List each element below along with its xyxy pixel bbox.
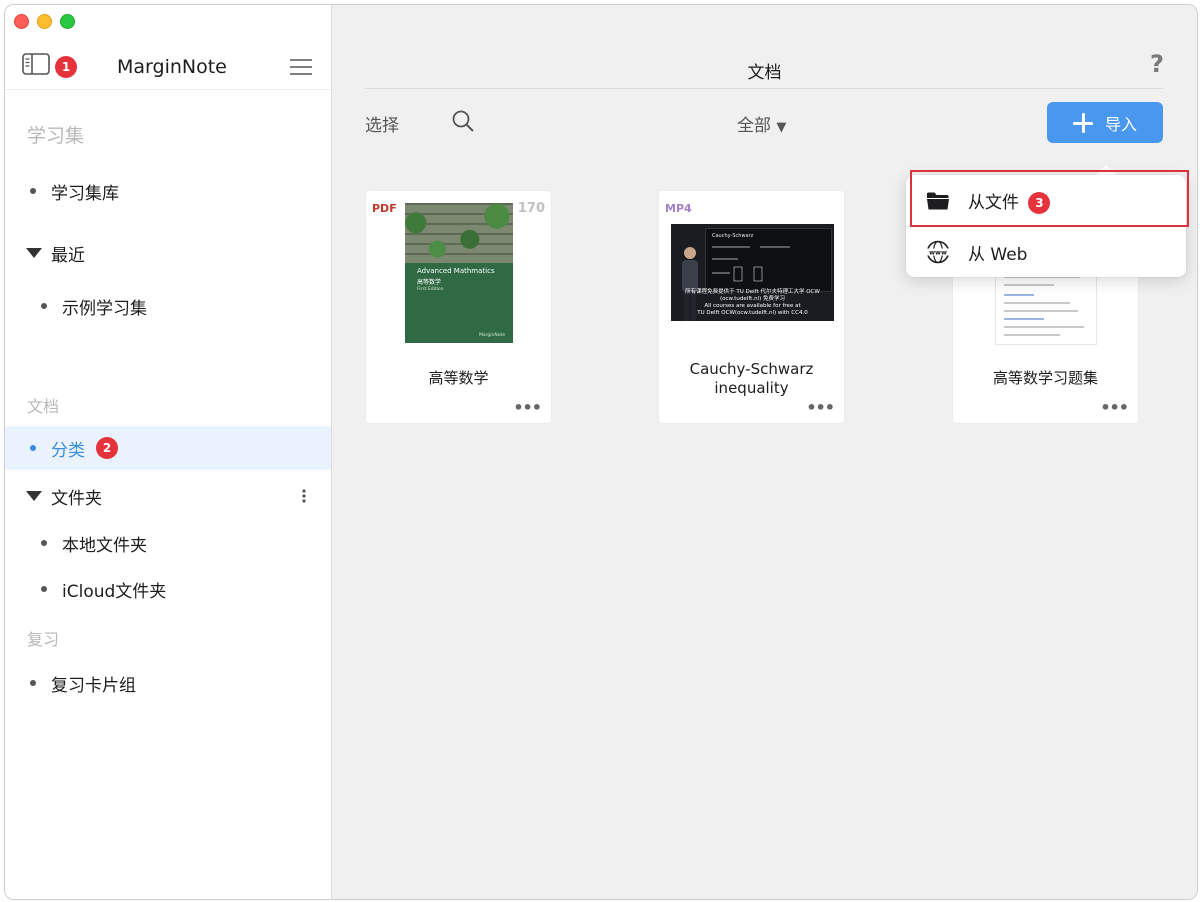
sidebar-item-recent[interactable]: 最近 — [5, 231, 331, 275]
bullet — [30, 445, 36, 451]
menu-item-label: 从 Web — [968, 244, 1028, 265]
sidebar-item-notebook-library[interactable]: 学习集库 — [5, 169, 331, 213]
sidebar-item-category[interactable]: 分类 2 — [5, 426, 331, 470]
disclosure-triangle-icon[interactable] — [26, 491, 42, 501]
menu-item-from-web[interactable]: www 从 Web — [906, 227, 1186, 277]
filter-dropdown[interactable]: 全部 ▼ — [737, 111, 786, 136]
page-title: 文档 — [747, 63, 782, 83]
section-documents-heading: 文档 — [27, 397, 60, 416]
sidebar-item-label: 本地文件夹 — [62, 535, 147, 556]
sidebar-item-label: iCloud文件夹 — [62, 581, 167, 602]
disclosure-triangle-icon[interactable] — [26, 248, 42, 258]
bullet — [30, 188, 36, 194]
hamburger-menu-icon[interactable] — [289, 58, 313, 76]
chevron-down-icon: ▼ — [776, 120, 787, 135]
video-thumbnail: Cauchy-Schwarz 所有课程免费提供于 TU Delft 代尔夫特理工… — [671, 224, 834, 321]
document-name: Cauchy-Schwarz inequality — [689, 360, 814, 397]
cover-title: Advanced Mathmatics — [417, 267, 495, 275]
step-badge: 1 — [55, 56, 77, 78]
step-badge: 2 — [96, 437, 118, 459]
sidebar: 1 MarginNote 学习集 学习集库 最近 示例学习集 文档 分类 2 文… — [5, 5, 332, 899]
plus-icon — [1072, 112, 1093, 133]
blackboard: Cauchy-Schwarz — [705, 228, 832, 292]
select-button[interactable]: 选择 — [365, 111, 399, 136]
sidebar-item-label: 文件夹 — [51, 488, 102, 509]
subtitle-line: TU Delft OCW(ocw.tudelft.nl) with CC4.0 — [697, 310, 808, 316]
file-type-badge: MP4 — [665, 202, 692, 215]
file-type-badge: PDF — [372, 202, 397, 215]
page-count: 170 — [517, 201, 545, 216]
cover-edition: First Edition — [417, 287, 444, 292]
sidebar-item-icloud-folder[interactable]: iCloud文件夹 — [5, 567, 331, 611]
section-notebooks-heading: 学习集 — [27, 125, 85, 147]
sidebar-item-label: 学习集库 — [51, 183, 119, 204]
app-window: 1 MarginNote 学习集 学习集库 最近 示例学习集 文档 分类 2 文… — [4, 4, 1198, 900]
bullet — [41, 540, 47, 546]
sidebar-item-folders[interactable]: 文件夹 — [5, 474, 331, 518]
annotation-highlight-box — [910, 170, 1189, 227]
bullet — [41, 586, 47, 592]
app-title: MarginNote — [117, 56, 227, 78]
more-options-icon[interactable]: ••• — [806, 398, 835, 417]
cover-panel — [405, 263, 513, 343]
import-button[interactable]: 导入 — [1047, 102, 1163, 143]
zoom-window-button[interactable] — [60, 14, 75, 29]
cover-vines — [405, 203, 513, 269]
more-options-icon[interactable]: ••• — [513, 398, 542, 417]
filter-label: 全部 — [737, 116, 771, 136]
document-card[interactable]: PDF 170 Advanced Mathmatics 高等数学 First E… — [366, 191, 551, 423]
window-controls — [14, 14, 75, 29]
import-button-label: 导入 — [1104, 114, 1137, 134]
svg-text:www: www — [929, 248, 947, 256]
board-title: Cauchy-Schwarz — [712, 233, 754, 239]
document-card[interactable]: MP4 Cauchy-Schwarz 所有课程免费提供于 TU Delft 代尔… — [659, 191, 844, 423]
divider — [365, 88, 1163, 89]
more-options-icon[interactable]: ••• — [1100, 398, 1129, 417]
section-review-heading: 复习 — [27, 630, 60, 649]
more-vertical-icon[interactable] — [301, 488, 307, 504]
bullet — [41, 303, 47, 309]
sidebar-item-review-decks[interactable]: 复习卡片组 — [5, 661, 331, 705]
sidebar-item-local-folder[interactable]: 本地文件夹 — [5, 521, 331, 565]
subtitle-line: All courses are available for free at — [704, 303, 801, 309]
document-name: 高等数学 — [428, 369, 489, 387]
cover-publisher: MarginNote — [478, 333, 505, 338]
main-panel: 文档 ? 选择 全部 ▼ 导入 PDF 170 Advanced Mathmat… — [332, 5, 1197, 899]
cover-subtitle: 高等数学 — [417, 279, 442, 286]
sidebar-item-label: 最近 — [51, 245, 85, 266]
sidebar-item-label: 分类 — [51, 440, 85, 461]
search-icon[interactable] — [451, 109, 475, 133]
www-globe-icon: www — [926, 240, 950, 264]
sidebar-header: 1 MarginNote — [5, 45, 331, 90]
sidebar-item-label: 示例学习集 — [62, 298, 147, 319]
sidebar-toggle-icon[interactable] — [22, 53, 50, 75]
sidebar-item-label: 复习卡片组 — [51, 675, 136, 696]
close-window-button[interactable] — [14, 14, 29, 29]
help-icon[interactable]: ? — [1150, 50, 1164, 78]
sidebar-item-sample-notebook[interactable]: 示例学习集 — [5, 284, 331, 328]
video-subtitles: 所有课程免费提供于 TU Delft 代尔夫特理工大学 OCW (ocw.tud… — [671, 289, 834, 317]
board-formulas — [712, 246, 790, 282]
bullet — [30, 680, 36, 686]
minimize-window-button[interactable] — [37, 14, 52, 29]
document-thumbnail: Advanced Mathmatics 高等数学 First Edition M… — [405, 203, 513, 343]
document-name: 高等数学习题集 — [992, 369, 1098, 387]
subtitle-line: 所有课程免费提供于 TU Delft 代尔夫特理工大学 OCW (ocw.tud… — [685, 289, 820, 302]
